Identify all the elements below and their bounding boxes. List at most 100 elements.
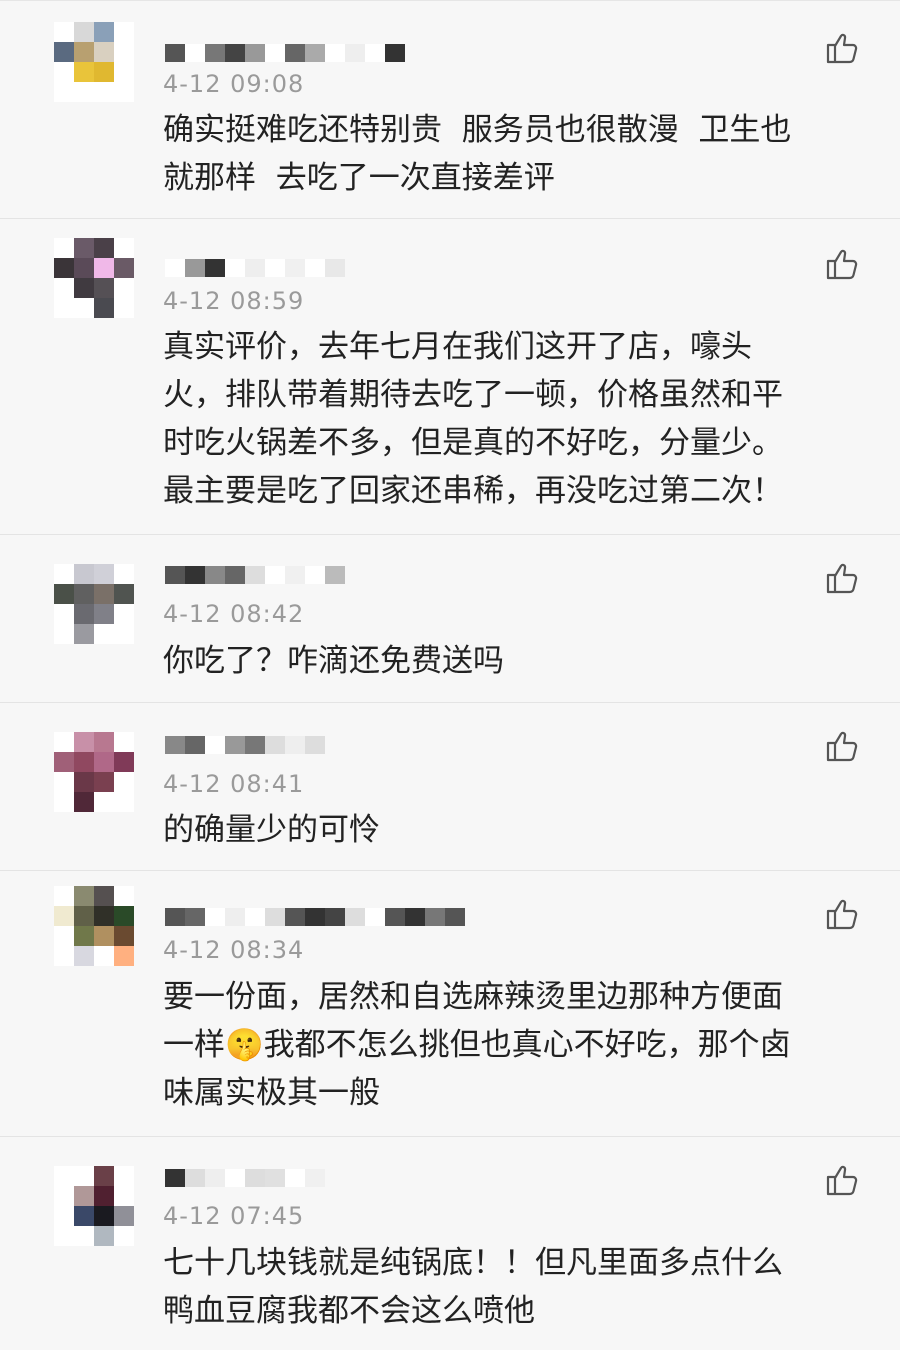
username-mosaic-block — [245, 1169, 265, 1187]
avatar-pixel — [54, 62, 74, 82]
thumbs-up-icon[interactable] — [824, 30, 860, 66]
username-mosaic-block — [325, 259, 345, 277]
avatar-pixel — [114, 258, 134, 278]
username-mosaic-block — [225, 736, 245, 754]
avatar-pixel — [114, 886, 134, 906]
username-mosaic-block — [325, 44, 345, 62]
avatar-pixel — [74, 82, 94, 102]
avatar[interactable] — [54, 22, 134, 102]
thumbs-up-icon[interactable] — [824, 246, 860, 282]
username-mosaic-block — [185, 908, 205, 926]
username-mosaic-block — [285, 908, 305, 926]
username-mosaic-block — [385, 44, 405, 62]
comment-item: 4-12 07:45 七十几块钱就是纯锅底！！但凡里面多点什么 鸭血豆腐我都不会… — [0, 1136, 900, 1350]
avatar-pixel — [54, 1166, 74, 1186]
thumbs-up-icon[interactable] — [824, 1162, 860, 1198]
avatar-pixel — [114, 238, 134, 258]
avatar-pixel — [94, 278, 114, 298]
username-mosaic-block — [285, 1169, 305, 1187]
username-mosaic-block — [205, 259, 225, 277]
avatar-pixel — [114, 564, 134, 584]
comment-item: 4-12 08:42 你吃了？咋滴还免费送吗 — [0, 534, 900, 703]
username-mosaic-block — [205, 736, 225, 754]
username-mosaic-block — [325, 566, 345, 584]
avatar-pixel — [94, 946, 114, 966]
username-mosaic-block — [265, 1169, 285, 1187]
username-mosaic-block — [225, 1169, 245, 1187]
avatar-pixel — [74, 62, 94, 82]
username-mosaic-block — [205, 1169, 225, 1187]
avatar[interactable] — [54, 1166, 134, 1246]
avatar-pixel — [54, 906, 74, 926]
avatar-pixel — [114, 1226, 134, 1246]
avatar-pixel — [114, 584, 134, 604]
avatar[interactable] — [54, 564, 134, 644]
username[interactable] — [165, 44, 405, 62]
thumbs-up-icon[interactable] — [824, 728, 860, 764]
username-mosaic-block — [225, 566, 245, 584]
avatar-pixel — [54, 604, 74, 624]
avatar-pixel — [54, 772, 74, 792]
avatar[interactable] — [54, 732, 134, 812]
avatar-pixel — [114, 1186, 134, 1206]
avatar-pixel — [54, 1186, 74, 1206]
comment-time: 4-12 08:42 — [163, 600, 305, 628]
avatar-pixel — [74, 564, 94, 584]
username-mosaic-block — [405, 908, 425, 926]
username-mosaic-block — [305, 259, 325, 277]
thumbs-up-icon[interactable] — [824, 560, 860, 596]
avatar-pixel — [94, 1186, 114, 1206]
avatar-pixel — [74, 42, 94, 62]
username-mosaic-block — [245, 908, 265, 926]
avatar-pixel — [54, 42, 74, 62]
avatar-pixel — [94, 772, 114, 792]
avatar-pixel — [74, 238, 94, 258]
username-mosaic-block — [385, 908, 405, 926]
username-mosaic-block — [245, 736, 265, 754]
avatar-pixel — [114, 278, 134, 298]
avatar-pixel — [94, 584, 114, 604]
avatar-pixel — [54, 298, 74, 318]
avatar-pixel — [74, 926, 94, 946]
avatar-pixel — [94, 564, 114, 584]
username-mosaic-block — [185, 566, 205, 584]
username-mosaic-block — [265, 259, 285, 277]
username-mosaic-block — [365, 44, 385, 62]
comment-item: 4-12 08:59 真实评价，去年七月在我们这开了店，嚎头 火，排队带着期待去… — [0, 218, 900, 535]
avatar-pixel — [94, 42, 114, 62]
comment-text: 你吃了？咋滴还免费送吗 — [163, 643, 504, 679]
avatar-pixel — [74, 258, 94, 278]
avatar-pixel — [54, 624, 74, 644]
avatar-pixel — [114, 906, 134, 926]
avatar-pixel — [94, 22, 114, 42]
username-mosaic-block — [165, 908, 185, 926]
username-mosaic-block — [265, 566, 285, 584]
username[interactable] — [165, 566, 345, 584]
avatar-pixel — [94, 1226, 114, 1246]
avatar-pixel — [94, 1166, 114, 1186]
username-mosaic-block — [305, 44, 325, 62]
username[interactable] — [165, 908, 465, 926]
avatar-pixel — [114, 22, 134, 42]
avatar-pixel — [94, 82, 114, 102]
comment-text: 真实评价，去年七月在我们这开了店，嚎头 火，排队带着期待去吃了一顿，价格虽然和平… — [163, 329, 783, 509]
avatar[interactable] — [54, 886, 134, 966]
avatar-pixel — [54, 82, 74, 102]
username[interactable] — [165, 1169, 325, 1187]
thumbs-up-icon[interactable] — [824, 896, 860, 932]
comment-item: 4-12 09:08 确实挺难吃还特别贵 服务员也很散漫 卫生也 就那样 去吃了… — [0, 0, 900, 219]
username[interactable] — [165, 259, 345, 277]
username-mosaic-block — [305, 736, 325, 754]
username-mosaic-block — [265, 736, 285, 754]
username-mosaic-block — [165, 259, 185, 277]
username-mosaic-block — [365, 908, 385, 926]
avatar-pixel — [54, 1206, 74, 1226]
avatar-pixel — [74, 752, 94, 772]
username[interactable] — [165, 736, 325, 754]
avatar-pixel — [54, 752, 74, 772]
avatar-pixel — [114, 604, 134, 624]
avatar-pixel — [74, 792, 94, 812]
comment-text: 的确量少的可怜 — [163, 812, 380, 848]
avatar[interactable] — [54, 238, 134, 318]
avatar-pixel — [114, 792, 134, 812]
